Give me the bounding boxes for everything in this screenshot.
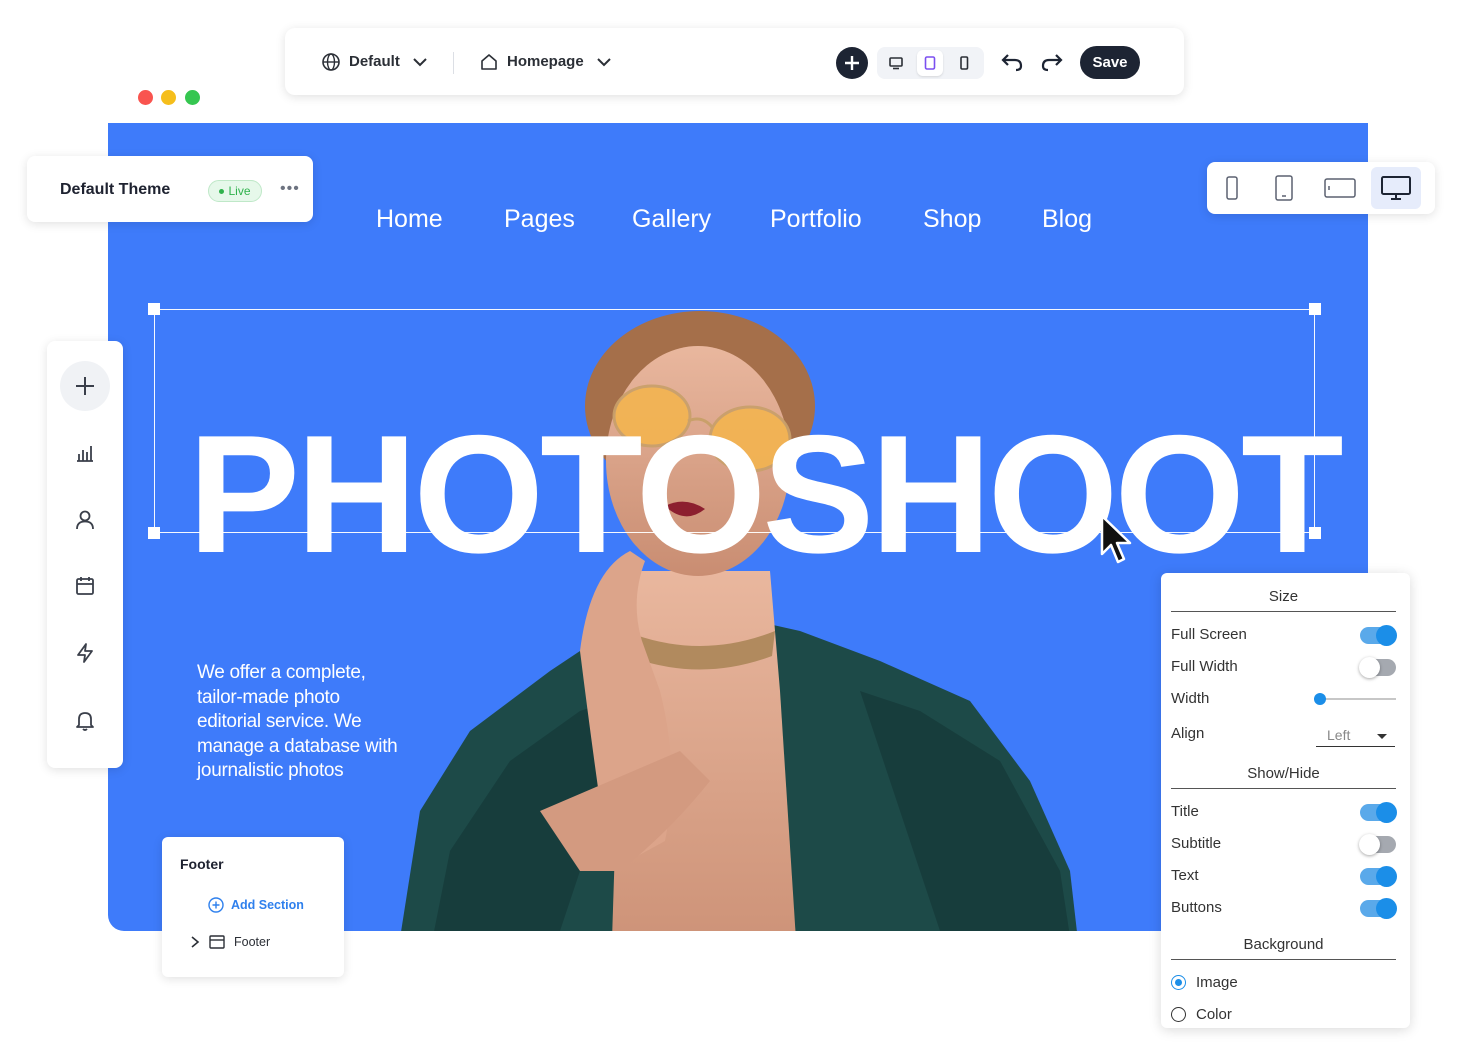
width-label: Width <box>1171 690 1210 707</box>
sidebar-analytics-button[interactable] <box>60 428 110 478</box>
phone-icon <box>1226 176 1238 200</box>
mouse-pointer-icon <box>1100 514 1132 564</box>
device-switcher <box>1207 162 1435 214</box>
plus-icon <box>76 377 94 395</box>
hero-title[interactable]: PHOTOSHOOT <box>188 410 1344 578</box>
sidebar-users-button[interactable] <box>60 495 110 545</box>
phone-view-button[interactable] <box>1207 167 1257 209</box>
text-toggle[interactable] <box>1360 866 1397 887</box>
hero-description: We offer a complete, tailor-made photo e… <box>197 662 398 781</box>
minimize-window-dot[interactable] <box>161 90 176 105</box>
text-label: Text <box>1171 867 1199 884</box>
full-screen-toggle[interactable] <box>1360 625 1397 646</box>
width-slider-thumb[interactable] <box>1314 693 1326 705</box>
sidebar-add-button[interactable] <box>60 361 110 411</box>
nav-blog[interactable]: Blog <box>1042 205 1092 234</box>
caret-down-icon <box>1377 734 1387 739</box>
nav-home[interactable]: Home <box>376 205 443 234</box>
more-options-icon[interactable]: ••• <box>280 180 300 198</box>
chevron-down-icon <box>596 57 611 66</box>
chevron-right-icon[interactable] <box>190 936 200 948</box>
tablet-landscape-icon <box>1324 178 1356 198</box>
image-radio-label: Image <box>1196 974 1238 991</box>
align-select[interactable]: Left <box>1316 723 1395 747</box>
preview-device-group <box>877 47 984 79</box>
save-button[interactable]: Save <box>1080 46 1140 79</box>
lightning-icon <box>77 643 93 663</box>
mobile-preview-button[interactable] <box>951 50 977 76</box>
undo-icon[interactable] <box>1000 50 1024 74</box>
nav-gallery[interactable]: Gallery <box>632 205 711 234</box>
align-label: Align <box>1171 725 1205 742</box>
title-toggle[interactable] <box>1360 802 1397 823</box>
sidebar-notifications-button[interactable] <box>60 695 110 745</box>
nav-portfolio[interactable]: Portfolio <box>770 205 862 234</box>
tablet-preview-button[interactable] <box>917 50 943 76</box>
home-icon <box>481 53 497 70</box>
sidebar-calendar-button[interactable] <box>60 561 110 611</box>
title-label: Title <box>1171 803 1199 820</box>
color-radio-label: Color <box>1196 1006 1232 1023</box>
desktop-icon <box>1381 176 1411 200</box>
plus-icon <box>845 56 859 70</box>
full-width-toggle[interactable] <box>1359 657 1396 678</box>
status-badge-label: Live <box>228 184 251 198</box>
live-dot-icon <box>219 188 225 194</box>
width-slider[interactable] <box>1314 693 1396 705</box>
desktop-preview-button[interactable] <box>883 50 909 76</box>
bell-icon <box>76 712 94 731</box>
buttons-label: Buttons <box>1171 899 1222 916</box>
layout-section-icon <box>209 935 225 949</box>
full-width-label: Full Width <box>1171 658 1238 675</box>
plus-circle-icon <box>208 897 224 913</box>
user-icon <box>76 510 94 530</box>
close-window-dot[interactable] <box>138 90 153 105</box>
footer-section-item[interactable]: Footer <box>190 935 270 949</box>
editor-toolbar: Default Homepage Save <box>285 28 1184 95</box>
image-radio[interactable] <box>1171 975 1186 990</box>
theme-name: Default Theme <box>60 181 171 198</box>
tablet-icon <box>1275 175 1293 201</box>
subtitle-label: Subtitle <box>1171 835 1222 852</box>
tool-sidebar <box>47 341 123 768</box>
chart-icon <box>77 446 93 462</box>
nav-shop[interactable]: Shop <box>923 205 981 234</box>
status-badge: Live <box>208 180 262 202</box>
add-element-button[interactable] <box>836 47 868 79</box>
footer-panel: Footer Add Section Footer <box>162 837 344 977</box>
sidebar-actions-button[interactable] <box>60 628 110 678</box>
redo-icon[interactable] <box>1040 50 1064 74</box>
add-section-label: Add Section <box>231 898 304 912</box>
align-select-value: Left <box>1327 727 1351 743</box>
footer-panel-title: Footer <box>180 856 224 872</box>
toolbar-divider <box>453 52 454 74</box>
buttons-toggle[interactable] <box>1360 898 1397 919</box>
tablet-icon <box>924 56 936 70</box>
add-section-button[interactable]: Add Section <box>208 897 304 913</box>
tablet-view-button[interactable] <box>1259 167 1309 209</box>
showhide-heading: Show/Hide <box>1171 765 1396 789</box>
size-heading: Size <box>1171 588 1396 612</box>
chevron-down-icon <box>413 57 427 66</box>
maximize-window-dot[interactable] <box>185 90 200 105</box>
color-radio[interactable] <box>1171 1007 1186 1022</box>
globe-icon <box>322 52 340 71</box>
background-heading: Background <box>1171 936 1396 960</box>
theme-card: Default Theme Live ••• <box>27 156 313 222</box>
theme-dropdown-label: Default <box>349 53 400 70</box>
phone-icon <box>960 56 969 70</box>
properties-panel: Size Full Screen Full Width Width Align … <box>1161 573 1410 1028</box>
tablet-landscape-view-button[interactable] <box>1315 167 1365 209</box>
calendar-icon <box>76 577 94 595</box>
nav-pages[interactable]: Pages <box>504 205 575 234</box>
page-dropdown[interactable]: Homepage <box>479 28 612 95</box>
full-screen-label: Full Screen <box>1171 626 1247 643</box>
page-dropdown-label: Homepage <box>507 53 584 70</box>
subtitle-toggle[interactable] <box>1359 834 1396 855</box>
theme-dropdown[interactable]: Default <box>321 28 428 95</box>
desktop-icon <box>889 57 903 70</box>
desktop-view-button[interactable] <box>1371 167 1421 209</box>
footer-section-label: Footer <box>234 935 271 949</box>
